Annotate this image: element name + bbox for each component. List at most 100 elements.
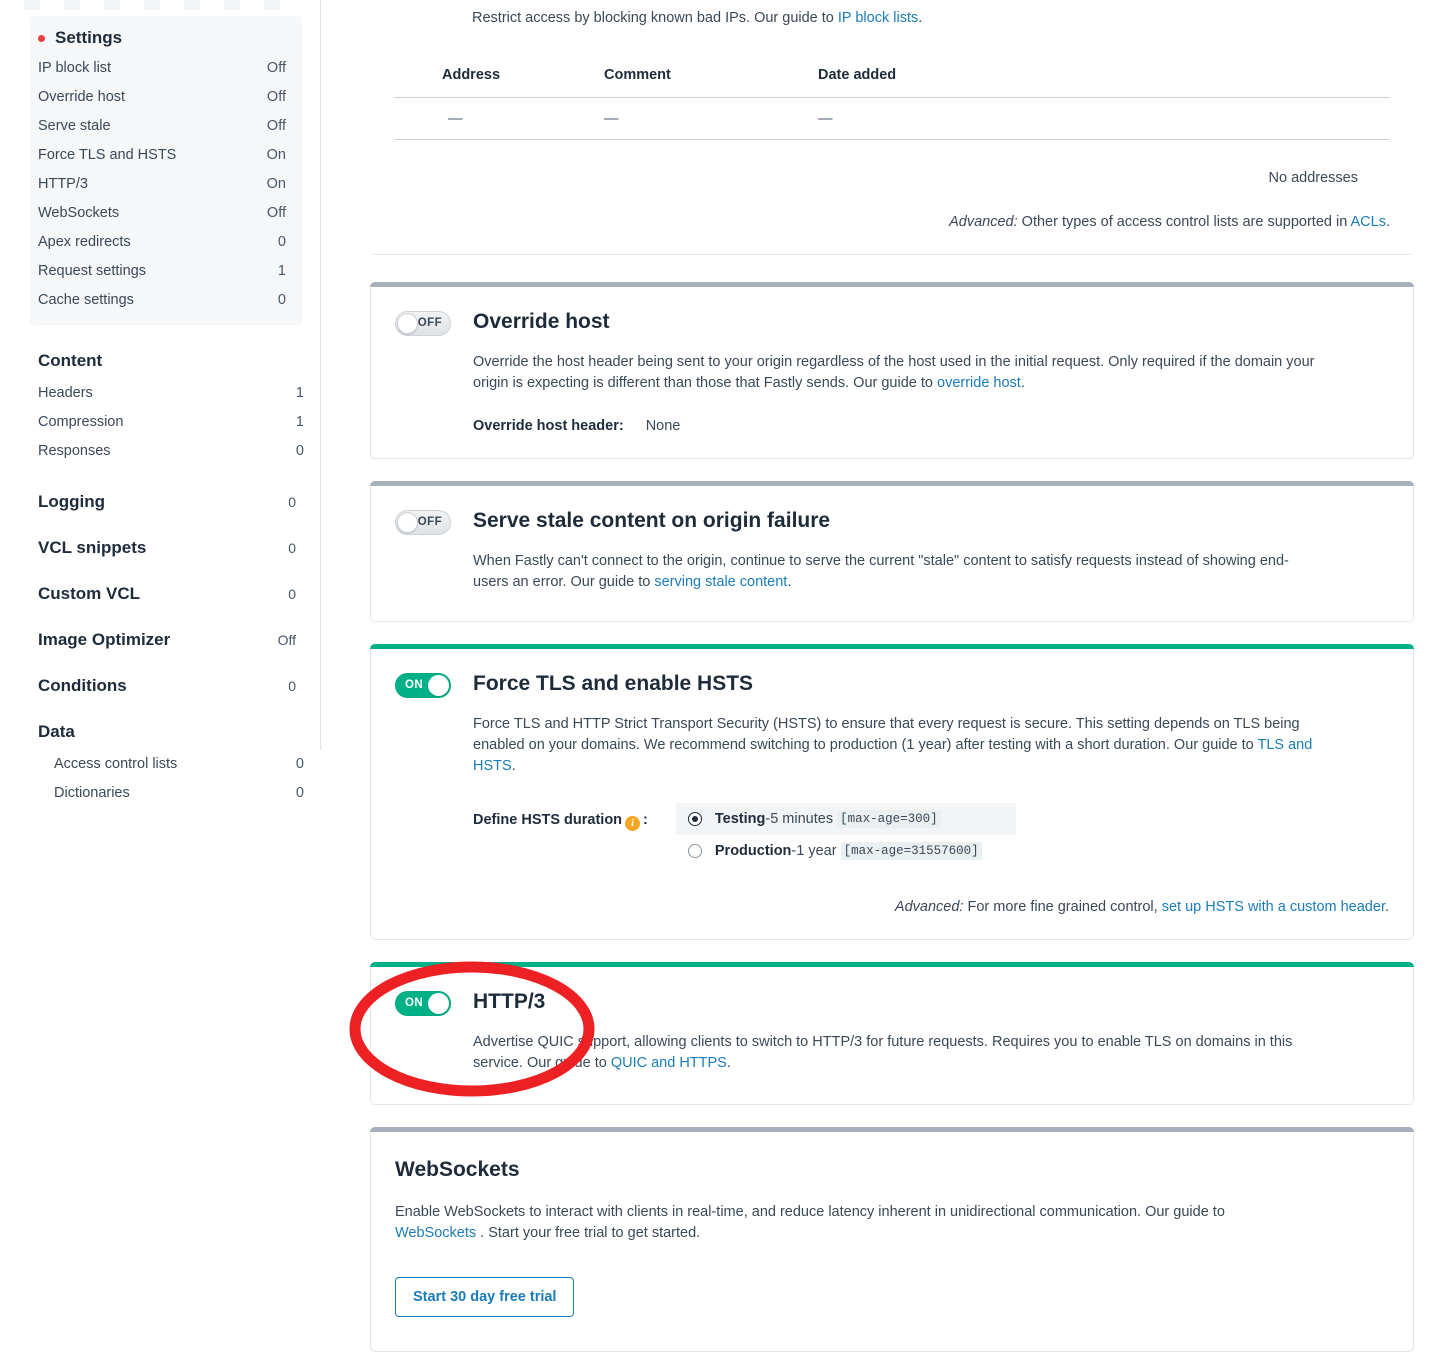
sidebar-heading-value: 0 [288, 540, 296, 556]
hsts-option-testing[interactable]: Testing - 5 minutes [max-age=300] [675, 803, 1016, 835]
sidebar-item-cache-settings[interactable]: Cache settings 0 [30, 286, 302, 315]
sidebar-item-label: Apex redirects [38, 234, 131, 250]
hsts-duration-options: Testing - 5 minutes [max-age=300] Produc… [675, 803, 1016, 867]
option-code: [max-age=300] [837, 810, 941, 828]
http3-description: Advertise QUIC support, allowing clients… [473, 1032, 1321, 1074]
serve-stale-header: OFF Serve stale content on origin failur… [395, 508, 1389, 535]
sidebar-heading-label: Settings [55, 28, 123, 47]
sidebar-heading-data[interactable]: Data [0, 722, 320, 742]
info-icon[interactable]: i [625, 816, 641, 831]
serve-stale-toggle[interactable]: OFF [395, 510, 451, 535]
desc-text-before: Advertise QUIC support, allowing clients… [473, 1034, 1293, 1071]
sidebar-item-value: 1 [295, 414, 304, 430]
custom-hsts-header-link[interactable]: set up HSTS with a custom header [1162, 899, 1385, 915]
override-host-toggle[interactable]: OFF [395, 311, 451, 336]
sidebar-item-compression[interactable]: Compression 1 [0, 408, 320, 437]
sidebar-item-custom-vcl[interactable]: Custom VCL 0 [0, 584, 320, 604]
option-detail: 1 year [796, 843, 837, 859]
toggle-state-label: ON [405, 997, 424, 1009]
sidebar-heading-label: Logging [38, 492, 106, 511]
ip-block-lists-link[interactable]: IP block lists [838, 10, 918, 26]
override-host-card: OFF Override host Override the host head… [370, 282, 1414, 459]
desc-text-after: . [726, 1055, 731, 1071]
websockets-link[interactable]: WebSockets [395, 1225, 476, 1241]
sidebar-item-conditions[interactable]: Conditions 0 [0, 676, 320, 696]
sidebar-item-value: 0 [295, 443, 304, 459]
sidebar-item-access-control-lists[interactable]: Access control lists 0 [0, 750, 320, 779]
column-header-address: Address [442, 67, 501, 83]
desc-text-before: Enable WebSockets to interact with clien… [395, 1204, 1225, 1220]
http3-toggle[interactable]: ON [395, 991, 451, 1016]
start-free-trial-button[interactable]: Start 30 day free trial [395, 1277, 575, 1317]
sidebar-item-ip-block-list[interactable]: IP block list Off [30, 54, 302, 83]
sidebar-item-logging[interactable]: Logging 0 [0, 492, 320, 512]
sidebar-heading-settings[interactable]: Settings [30, 22, 302, 54]
table-row: — — — [394, 97, 1390, 140]
radio-unselected-icon[interactable] [687, 844, 702, 858]
sidebar-item-http3[interactable]: HTTP/3 On [30, 170, 302, 199]
cell-comment: — [604, 111, 619, 127]
quic-and-https-link[interactable]: QUIC and HTTPS [611, 1055, 727, 1071]
override-host-link[interactable]: override host [937, 375, 1021, 391]
sidebar-item-apex-redirects[interactable]: Apex redirects 0 [30, 228, 302, 257]
serve-stale-title: Serve stale content on origin failure [473, 509, 831, 532]
force-tls-title: Force TLS and enable HSTS [473, 672, 754, 695]
sidebar-item-request-settings[interactable]: Request settings 1 [30, 257, 302, 286]
sidebar-heading-value: Off [277, 632, 296, 648]
sidebar-item-websockets[interactable]: WebSockets Off [30, 199, 302, 228]
acls-link[interactable]: ACLs [1351, 214, 1386, 230]
empty-state-text: No addresses [1268, 170, 1358, 186]
advanced-label: Advanced: [949, 214, 1018, 230]
serving-stale-content-link[interactable]: serving stale content [654, 574, 787, 590]
websockets-card: WebSockets Enable WebSockets to interact… [370, 1127, 1414, 1352]
hsts-option-production[interactable]: Production - 1 year [max-age=31557600] [676, 835, 1016, 867]
sidebar-item-value: Off [266, 118, 286, 134]
serve-stale-description: When Fastly can't connect to the origin,… [473, 551, 1321, 593]
sidebar-item-responses[interactable]: Responses 0 [0, 437, 320, 466]
sidebar-item-label: Force TLS and HSTS [38, 147, 177, 163]
advanced-after: . [1384, 899, 1389, 915]
override-host-title: Override host [473, 310, 610, 333]
sidebar-item-serve-stale[interactable]: Serve stale Off [30, 112, 302, 141]
ip-block-list-advanced-note: Advanced: Other types of access control … [394, 214, 1390, 230]
settings-main-panel: Restrict access by blocking known bad IP… [321, 0, 1439, 1352]
sidebar-item-value: 0 [295, 756, 304, 772]
option-code: [max-age=31557600] [840, 842, 982, 860]
force-tls-toggle[interactable]: ON [395, 673, 451, 698]
sidebar-item-image-optimizer[interactable]: Image Optimizer Off [0, 630, 320, 650]
radio-selected-icon[interactable] [687, 812, 702, 826]
desc-text-after: . [1020, 375, 1025, 391]
force-tls-hsts-card: ON Force TLS and enable HSTS Force TLS a… [370, 644, 1414, 940]
sidebar-heading-value: 0 [288, 678, 296, 694]
sidebar-item-dictionaries[interactable]: Dictionaries 0 [0, 779, 320, 808]
toggle-knob-icon [428, 675, 449, 696]
unsaved-changes-dot-icon [38, 34, 45, 42]
desc-text-after: . [918, 10, 923, 26]
sidebar-item-value: On [266, 147, 286, 163]
advanced-text: Other types of access control lists are … [1017, 214, 1351, 230]
sidebar-item-vcl-snippets[interactable]: VCL snippets 0 [0, 538, 320, 558]
sidebar-heading-label: Data [38, 722, 75, 741]
field-value: None [645, 418, 681, 434]
sidebar-item-label: Override host [38, 89, 126, 105]
http3-header: ON HTTP/3 [395, 989, 1389, 1016]
sidebar-heading-value: 0 [288, 494, 296, 510]
websockets-title: WebSockets [395, 1158, 520, 1181]
websockets-description: Enable WebSockets to interact with clien… [395, 1202, 1240, 1244]
sidebar-item-override-host[interactable]: Override host Off [30, 83, 302, 112]
desc-text-after: . [511, 758, 516, 774]
sidebar-item-label: Dictionaries [54, 785, 130, 801]
hsts-duration-label: Define HSTS duration i: [473, 803, 648, 831]
desc-text-before: Restrict access by blocking known bad IP… [472, 10, 838, 26]
sidebar-item-label: Compression [38, 414, 124, 430]
sidebar-item-force-tls-and-hsts[interactable]: Force TLS and HSTS On [30, 141, 302, 170]
override-host-header: OFF Override host [395, 309, 1389, 336]
sidebar-item-headers[interactable]: Headers 1 [0, 379, 320, 408]
service-config-sidebar: Settings IP block list Off Override host… [0, 0, 321, 801]
hsts-duration-colon: : [643, 812, 648, 828]
desc-text-before: When Fastly can't connect to the origin,… [473, 553, 1289, 590]
sidebar-heading-label: Conditions [38, 676, 127, 695]
sidebar-heading-content[interactable]: Content [0, 351, 320, 371]
sidebar-item-value: Off [266, 205, 286, 221]
page-root: Settings IP block list Off Override host… [0, 0, 1439, 1352]
